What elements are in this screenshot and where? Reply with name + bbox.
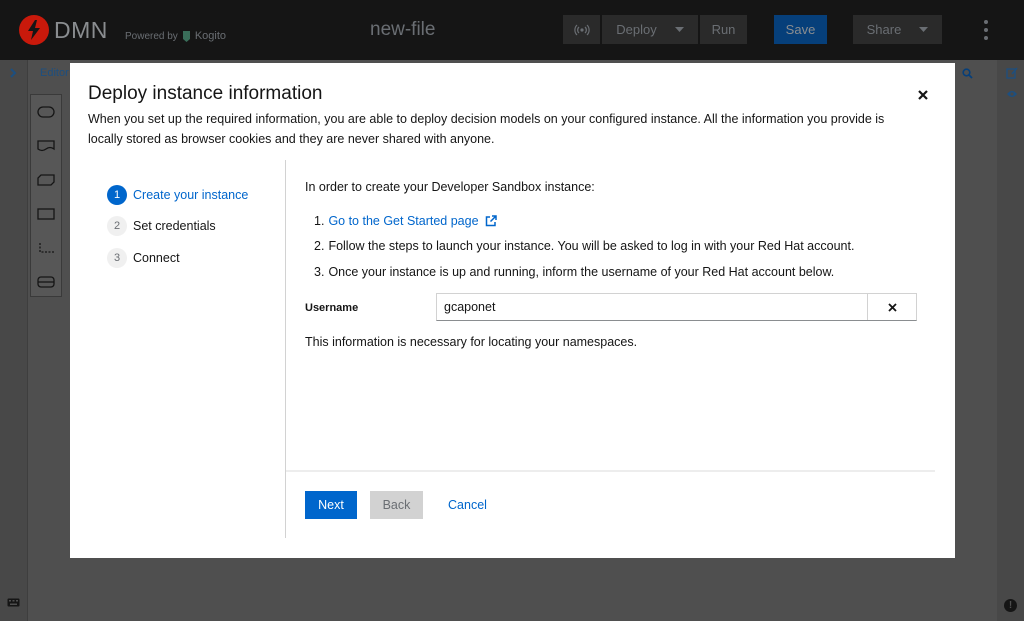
username-input[interactable] [437, 294, 867, 320]
keyboard-shortcuts-icon[interactable] [7, 598, 20, 607]
masthead: DMN Powered by Kogito new-file Deploy Ru… [0, 0, 1024, 60]
helper-text: This information is necessary for locati… [305, 335, 638, 349]
chevron-right-icon[interactable] [9, 68, 17, 78]
modal-title: Deploy instance information [88, 83, 323, 104]
get-started-link[interactable]: Go to the Get Started page [328, 213, 497, 228]
list-item: 2. Follow the steps to launch your insta… [305, 234, 925, 260]
back-button[interactable]: Back [370, 491, 423, 519]
kogito-icon [182, 30, 190, 42]
wizard-step-connect[interactable]: 3 Connect [107, 242, 248, 274]
left-panel [0, 60, 28, 621]
close-icon[interactable] [915, 87, 931, 103]
step-number: 2 [107, 216, 127, 237]
shape-palette [30, 94, 62, 297]
caret-down-icon [919, 26, 929, 32]
right-panel [997, 60, 1024, 621]
info-icon[interactable]: ! [1004, 599, 1017, 612]
logo-text: DMN [54, 17, 108, 43]
get-started-link-text: Go to the Get Started page [328, 213, 479, 228]
step-number: 1 [107, 184, 127, 205]
list-item: 3. Once your instance is up and running,… [305, 259, 925, 285]
list-number: 2. [314, 239, 325, 254]
bkm-shape-icon[interactable] [31, 163, 61, 197]
share-label: Share [866, 22, 902, 37]
next-button[interactable]: Next [305, 491, 357, 519]
instructions-list: 1. Go to the Get Started page 2. Follow … [305, 208, 925, 285]
powered-by-brand: Kogito [194, 30, 227, 42]
list-item: 1. Go to the Get Started page [305, 208, 925, 234]
powered-by: Powered by Kogito [125, 30, 226, 42]
step-label: Set credentials [133, 219, 216, 234]
cancel-button[interactable]: Cancel [440, 491, 495, 519]
external-link-icon [485, 215, 497, 226]
username-label: Username [305, 302, 359, 314]
list-item-text: Once your instance is up and running, in… [328, 264, 835, 279]
deploy-modal: Deploy instance information When you set… [70, 63, 955, 558]
intro-text: In order to create your Developer Sandbo… [305, 180, 595, 194]
save-button[interactable]: Save [774, 15, 827, 44]
powered-by-label: Powered by [125, 30, 178, 42]
dmn-logo-icon [19, 15, 49, 45]
wizard-step-set-credentials[interactable]: 2 Set credentials [107, 211, 248, 243]
share-dropdown-button[interactable]: Share [853, 15, 942, 44]
wizard-step-create-instance[interactable]: 1 Create your instance [107, 179, 248, 211]
file-name[interactable]: new-file [370, 19, 435, 41]
clear-icon [887, 302, 897, 312]
username-input-group [436, 293, 917, 321]
decision-shape-icon[interactable] [31, 95, 61, 129]
input-data-shape-icon[interactable] [31, 197, 61, 231]
deploy-status-icon[interactable] [563, 15, 600, 44]
decision-service-shape-icon[interactable] [31, 265, 61, 299]
list-item-text: Follow the steps to launch your instance… [328, 239, 855, 254]
edit-properties-icon[interactable] [1006, 67, 1018, 79]
preview-eye-icon[interactable] [1006, 89, 1018, 99]
step-number: 3 [107, 247, 127, 268]
wizard-divider [285, 160, 286, 538]
deploy-dropdown-button[interactable]: Deploy [602, 15, 698, 44]
footer-divider [286, 470, 935, 472]
wizard-content: In order to create your Developer Sandbo… [305, 180, 925, 349]
editor-tab[interactable]: Editor [40, 67, 69, 79]
deploy-label: Deploy [616, 22, 657, 37]
step-label: Connect [133, 250, 180, 265]
wizard-nav: 1 Create your instance 2 Set credentials… [107, 179, 248, 274]
username-field-group: Username [305, 293, 917, 321]
list-number: 1. [314, 213, 325, 228]
run-button[interactable]: Run [700, 15, 747, 44]
text-annotation-shape-icon[interactable] [31, 231, 61, 265]
caret-down-icon [674, 26, 684, 32]
kebab-menu-icon[interactable] [983, 20, 989, 40]
step-label: Create your instance [133, 187, 249, 202]
modal-description: When you set up the required information… [88, 112, 885, 146]
clear-username-button[interactable] [867, 294, 916, 320]
knowledge-source-shape-icon[interactable] [31, 129, 61, 163]
search-icon[interactable] [962, 68, 973, 79]
list-number: 3. [314, 264, 325, 279]
